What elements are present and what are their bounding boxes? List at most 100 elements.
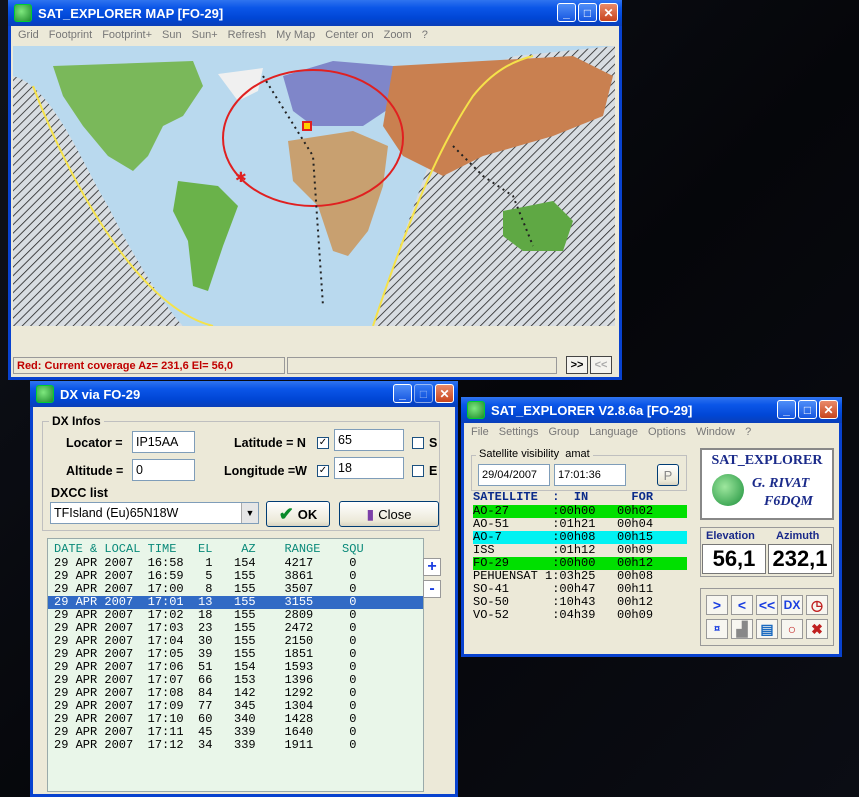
printer-icon[interactable]: ▤ (756, 619, 778, 639)
clock-icon[interactable]: ◷ (806, 595, 828, 615)
longitude-w-checkbox[interactable]: ✓ (317, 465, 329, 477)
satellite-marker (302, 121, 312, 131)
latitude-input[interactable]: 65 (334, 429, 404, 451)
coverage-status: Red: Current coverage Az= 231,6 El= 56,0 (13, 357, 285, 374)
minimize-button[interactable]: _ (557, 3, 576, 22)
satellite-list[interactable]: SATELLITE : IN FOR AO-27 :00h00 00h02 AO… (473, 490, 687, 622)
next-pass-button[interactable]: > (706, 595, 728, 615)
dx-titlebar[interactable]: DX via FO-29 _ □ ✕ (30, 381, 458, 407)
ok-label: OK (297, 506, 318, 522)
map-window: SAT_EXPLORER MAP [FO-29] _ □ ✕ Grid Foot… (8, 0, 622, 380)
maximize-button[interactable]: □ (798, 400, 817, 419)
dx-title: DX via FO-29 (60, 386, 141, 402)
time-field[interactable]: 17:01:36 (554, 464, 626, 486)
sat-row[interactable]: VO-52 :04h39 00h09 (473, 609, 687, 622)
visibility-label-text: Satellite visibility (479, 448, 560, 460)
minimize-button[interactable]: _ (393, 384, 412, 403)
door-icon: ▮ (366, 505, 375, 522)
footprint-icon[interactable]: ○ (781, 619, 803, 639)
elevation-value: 56,1 (702, 544, 766, 574)
list-item[interactable]: 29 APR 2007 17:12 34 339 1911 0 (48, 739, 423, 752)
menu-my-map[interactable]: My Map (271, 29, 320, 41)
chevron-down-icon[interactable]: ▼ (241, 503, 258, 523)
menu-sun[interactable]: Sun (157, 29, 187, 41)
latitude-label: Latitude = N (234, 436, 306, 450)
longitude-e-checkbox[interactable] (412, 465, 424, 477)
longitude-input[interactable]: 18 (334, 457, 404, 479)
sat-list-header: SATELLITE : IN FOR (473, 490, 654, 504)
menu-language[interactable]: Language (584, 426, 643, 438)
dx-station-marker: ✱ (235, 170, 247, 186)
app-logo: SAT_EXPLORER G. RIVAT F6DQM (700, 448, 834, 520)
settings-icon[interactable]: ¤ (706, 619, 728, 639)
menu-file[interactable]: File (466, 426, 494, 438)
dx-infos-label: DX Infos (49, 414, 104, 428)
logo-call: F6DQM (764, 494, 814, 509)
menu-footprint[interactable]: Footprint (44, 29, 97, 41)
azimuth-label: Azimuth (776, 530, 820, 542)
sat-explorer-window: SAT_EXPLORER V2.8.6a [FO-29] _ □ ✕ File … (461, 397, 842, 657)
rewind-button[interactable]: << (756, 595, 778, 615)
sat-title: SAT_EXPLORER V2.8.6a [FO-29] (491, 402, 693, 418)
maximize-button[interactable]: □ (414, 384, 433, 403)
dx-list-header: DATE & LOCAL TIME EL AZ RANGE SQU (54, 542, 364, 556)
app-icon (467, 401, 485, 419)
menu-sun-plus[interactable]: Sun+ (187, 29, 223, 41)
close-dx-button[interactable]: ▮ Close (339, 501, 439, 527)
logo-title: SAT_EXPLORER (711, 453, 823, 468)
dxcc-label: DXCC list (51, 486, 108, 500)
prev-button[interactable]: << (590, 356, 612, 374)
menu-footprint-plus[interactable]: Footprint+ (97, 29, 157, 41)
menu-refresh[interactable]: Refresh (223, 29, 272, 41)
altitude-input[interactable]: 0 (132, 459, 195, 481)
ok-button[interactable]: ✔ OK (266, 501, 330, 527)
sat-menubar: File Settings Group Language Options Win… (464, 423, 839, 441)
dx-pass-list[interactable]: DATE & LOCAL TIME EL AZ RANGE SQU 29 APR… (47, 538, 424, 792)
world-map-svg: ✱ (13, 46, 615, 326)
map-titlebar[interactable]: SAT_EXPLORER MAP [FO-29] _ □ ✕ (8, 0, 622, 26)
close-button[interactable]: ✕ (819, 400, 838, 419)
map-title: SAT_EXPLORER MAP [FO-29] (38, 5, 224, 21)
latitude-n-checkbox[interactable]: ✓ (317, 437, 329, 449)
plus-button[interactable]: + (423, 558, 441, 576)
locator-label: Locator = (66, 436, 123, 450)
altitude-label: Altitude = (66, 464, 124, 478)
minus-button[interactable]: - (423, 580, 441, 598)
menu-help[interactable]: ? (740, 426, 756, 438)
menu-help[interactable]: ? (417, 29, 433, 41)
check-icon: ✔ (278, 503, 294, 524)
menu-window[interactable]: Window (691, 426, 740, 438)
app-icon (14, 4, 32, 22)
next-button[interactable]: >> (566, 356, 588, 374)
globe-icon (712, 474, 744, 506)
menu-zoom[interactable]: Zoom (379, 29, 417, 41)
dx-button[interactable]: DX (781, 595, 803, 615)
status-panel (287, 357, 557, 374)
logo-author: G. RIVAT (752, 476, 810, 491)
close-label: Close (378, 506, 412, 522)
world-map[interactable]: ✱ (13, 46, 615, 326)
menu-group[interactable]: Group (543, 426, 584, 438)
latitude-s-checkbox[interactable] (412, 437, 424, 449)
close-button[interactable]: ✕ (599, 3, 618, 22)
stairs-icon[interactable]: ▟ (731, 619, 753, 639)
maximize-button[interactable]: □ (578, 3, 597, 22)
azimuth-value: 232,1 (768, 544, 832, 574)
menu-center-on[interactable]: Center on (320, 29, 378, 41)
exit-icon[interactable]: ✖ (806, 619, 828, 639)
visibility-label: Satellite visibility amat (476, 448, 593, 460)
date-field[interactable]: 29/04/2007 (478, 464, 550, 486)
prev-pass-button[interactable]: < (731, 595, 753, 615)
dxcc-value: TFIsland (Eu)65N18W (54, 506, 179, 520)
map-statusbar: Red: Current coverage Az= 231,6 El= 56,0… (11, 356, 619, 376)
minimize-button[interactable]: _ (777, 400, 796, 419)
locator-input[interactable]: IP15AA (132, 431, 195, 453)
p-button[interactable]: P (657, 464, 679, 486)
menu-options[interactable]: Options (643, 426, 691, 438)
map-menubar: Grid Footprint Footprint+ Sun Sun+ Refre… (11, 26, 619, 44)
close-button[interactable]: ✕ (435, 384, 454, 403)
dxcc-select[interactable]: TFIsland (Eu)65N18W ▼ (50, 502, 259, 524)
menu-grid[interactable]: Grid (13, 29, 44, 41)
sat-titlebar[interactable]: SAT_EXPLORER V2.8.6a [FO-29] _ □ ✕ (461, 397, 842, 423)
menu-settings[interactable]: Settings (494, 426, 544, 438)
